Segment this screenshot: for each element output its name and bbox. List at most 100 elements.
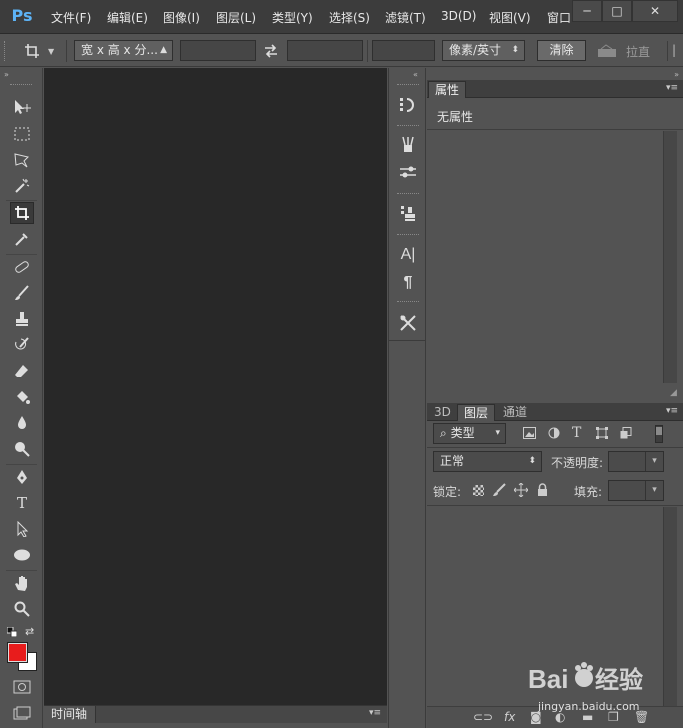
lock-all-icon[interactable] bbox=[537, 483, 548, 499]
updown-arrows-icon: ▲ bbox=[160, 45, 167, 55]
menu-view[interactable]: 视图(V) bbox=[489, 9, 531, 26]
panel-menu-icon[interactable]: ▾≡ bbox=[369, 708, 381, 718]
history-brush-tool-icon[interactable] bbox=[10, 334, 34, 356]
menu-3d[interactable]: 3D(D) bbox=[441, 9, 476, 23]
properties-scrollbar[interactable] bbox=[663, 131, 677, 383]
straighten-icon[interactable] bbox=[597, 44, 617, 58]
minimize-button[interactable]: ─ bbox=[572, 0, 602, 22]
tab-timeline[interactable]: 时间轴 bbox=[44, 706, 96, 723]
brush-panel-icon[interactable] bbox=[393, 160, 423, 186]
resolution-input[interactable] bbox=[372, 40, 435, 61]
menu-layer[interactable]: 图层(L) bbox=[216, 9, 256, 26]
pen-tool-icon[interactable] bbox=[10, 466, 34, 488]
options-bar: ▼ 宽 x 高 x 分... ▲ 像素/英寸 ⬍ 清除 拉直 | bbox=[0, 35, 683, 67]
panel-menu-icon[interactable]: ▾≡ bbox=[666, 406, 678, 416]
menu-filter[interactable]: 滤镜(T) bbox=[385, 9, 426, 26]
ratio-preset-select[interactable]: 宽 x 高 x 分... ▲ bbox=[74, 40, 173, 61]
tool-presets-icon[interactable] bbox=[393, 310, 423, 336]
dodge-tool-icon[interactable] bbox=[10, 438, 34, 460]
panel-grip bbox=[397, 125, 419, 128]
menu-edit[interactable]: 编辑(E) bbox=[107, 9, 148, 26]
ellipse-tool-icon[interactable] bbox=[10, 544, 34, 566]
blur-tool-icon[interactable] bbox=[10, 412, 34, 434]
foreground-color-swatch[interactable] bbox=[7, 642, 28, 663]
marquee-tool-icon[interactable] bbox=[10, 123, 34, 145]
default-colors-icon[interactable] bbox=[6, 626, 18, 638]
character-panel-icon[interactable]: A| bbox=[393, 242, 423, 268]
fill-input[interactable]: ▾ bbox=[608, 480, 664, 501]
fx-icon[interactable]: fx bbox=[504, 710, 515, 724]
type-layer-filter-icon[interactable]: T bbox=[572, 425, 581, 441]
panel-menu-icon[interactable]: ▾≡ bbox=[666, 83, 678, 93]
paragraph-panel-icon[interactable]: ¶ bbox=[393, 270, 423, 296]
options-grip bbox=[4, 41, 7, 61]
path-selection-tool-icon[interactable] bbox=[10, 518, 34, 540]
blend-mode-select[interactable]: 正常 ⬍ bbox=[433, 451, 542, 472]
maximize-button[interactable]: □ bbox=[602, 0, 632, 22]
pixel-layer-filter-icon[interactable] bbox=[523, 427, 536, 442]
tab-channels[interactable]: 通道 bbox=[497, 404, 533, 421]
eyedropper-tool-icon[interactable] bbox=[10, 228, 34, 250]
lock-image-pixels-icon[interactable] bbox=[492, 483, 506, 500]
lock-label: 锁定: bbox=[433, 485, 462, 499]
screen-mode-icon[interactable] bbox=[13, 706, 31, 720]
collapse-icon[interactable]: » bbox=[4, 70, 9, 79]
tab-properties[interactable]: 属性 bbox=[428, 81, 466, 98]
menu-type[interactable]: 类型(Y) bbox=[272, 9, 313, 26]
menu-select[interactable]: 选择(S) bbox=[329, 9, 370, 26]
layer-filter-select[interactable]: ⌕ 类型 ▾ bbox=[433, 423, 506, 444]
filter-toggle-switch[interactable] bbox=[655, 425, 663, 443]
adjustment-layer-filter-icon[interactable] bbox=[548, 427, 560, 442]
panel-grip bbox=[397, 84, 419, 87]
eraser-tool-icon[interactable] bbox=[10, 360, 34, 382]
quick-mask-icon[interactable] bbox=[13, 680, 31, 694]
unit-select[interactable]: 像素/英寸 ⬍ bbox=[442, 40, 525, 61]
collapse-icon[interactable]: » bbox=[674, 70, 679, 79]
tools-panel: » T ⇄ bbox=[0, 68, 43, 728]
tab-3d[interactable]: 3D bbox=[428, 404, 457, 421]
menu-image[interactable]: 图像(I) bbox=[163, 9, 200, 26]
document-canvas[interactable] bbox=[44, 68, 387, 705]
clear-button[interactable]: 清除 bbox=[537, 40, 586, 61]
shape-layer-filter-icon[interactable] bbox=[596, 427, 608, 442]
clone-source-icon[interactable] bbox=[393, 200, 423, 226]
menu-window[interactable]: 窗口 bbox=[547, 9, 571, 26]
tab-layers[interactable]: 图层 bbox=[457, 404, 496, 421]
menu-file[interactable]: 文件(F) bbox=[51, 9, 91, 26]
lock-position-icon[interactable] bbox=[513, 482, 529, 500]
crop-preset-picker[interactable]: ▼ bbox=[24, 42, 60, 60]
opacity-input[interactable]: ▾ bbox=[608, 451, 664, 472]
chevron-down-icon[interactable]: ▾ bbox=[645, 452, 663, 471]
separator bbox=[66, 40, 67, 62]
link-layers-icon[interactable]: ⊂⊃ bbox=[473, 710, 493, 724]
magic-wand-tool-icon[interactable] bbox=[10, 175, 34, 197]
brush-presets-icon[interactable] bbox=[393, 132, 423, 158]
photoshop-logo: Ps bbox=[11, 6, 33, 25]
history-panel-icon[interactable] bbox=[393, 92, 423, 118]
type-tool-icon[interactable]: T bbox=[10, 492, 34, 514]
crop-tool-icon[interactable] bbox=[10, 202, 34, 224]
height-input[interactable] bbox=[287, 40, 363, 61]
properties-content: 无属性 bbox=[437, 110, 474, 124]
blend-mode-value: 正常 bbox=[440, 454, 465, 468]
width-input[interactable] bbox=[180, 40, 256, 61]
move-tool-icon[interactable] bbox=[10, 96, 34, 118]
resize-grip-icon[interactable]: ◢ bbox=[670, 388, 677, 398]
tool-separator bbox=[6, 464, 37, 465]
more-options-icon[interactable]: | bbox=[672, 43, 676, 57]
zoom-tool-icon[interactable] bbox=[10, 598, 34, 620]
swap-colors-icon[interactable]: ⇄ bbox=[25, 625, 37, 638]
healing-brush-tool-icon[interactable] bbox=[10, 256, 34, 278]
brush-tool-icon[interactable] bbox=[10, 282, 34, 304]
paint-bucket-tool-icon[interactable] bbox=[10, 386, 34, 408]
expand-icon[interactable]: « bbox=[413, 70, 418, 79]
lasso-tool-icon[interactable] bbox=[10, 149, 34, 171]
straighten-label[interactable]: 拉直 bbox=[626, 43, 650, 60]
swap-icon[interactable] bbox=[263, 43, 279, 59]
hand-tool-icon[interactable] bbox=[10, 572, 34, 594]
chevron-down-icon[interactable]: ▾ bbox=[645, 481, 663, 500]
close-button[interactable]: ✕ bbox=[632, 0, 678, 22]
smart-object-filter-icon[interactable] bbox=[620, 427, 632, 442]
clone-stamp-tool-icon[interactable] bbox=[10, 308, 34, 330]
lock-transparent-pixels-icon[interactable] bbox=[473, 485, 484, 496]
